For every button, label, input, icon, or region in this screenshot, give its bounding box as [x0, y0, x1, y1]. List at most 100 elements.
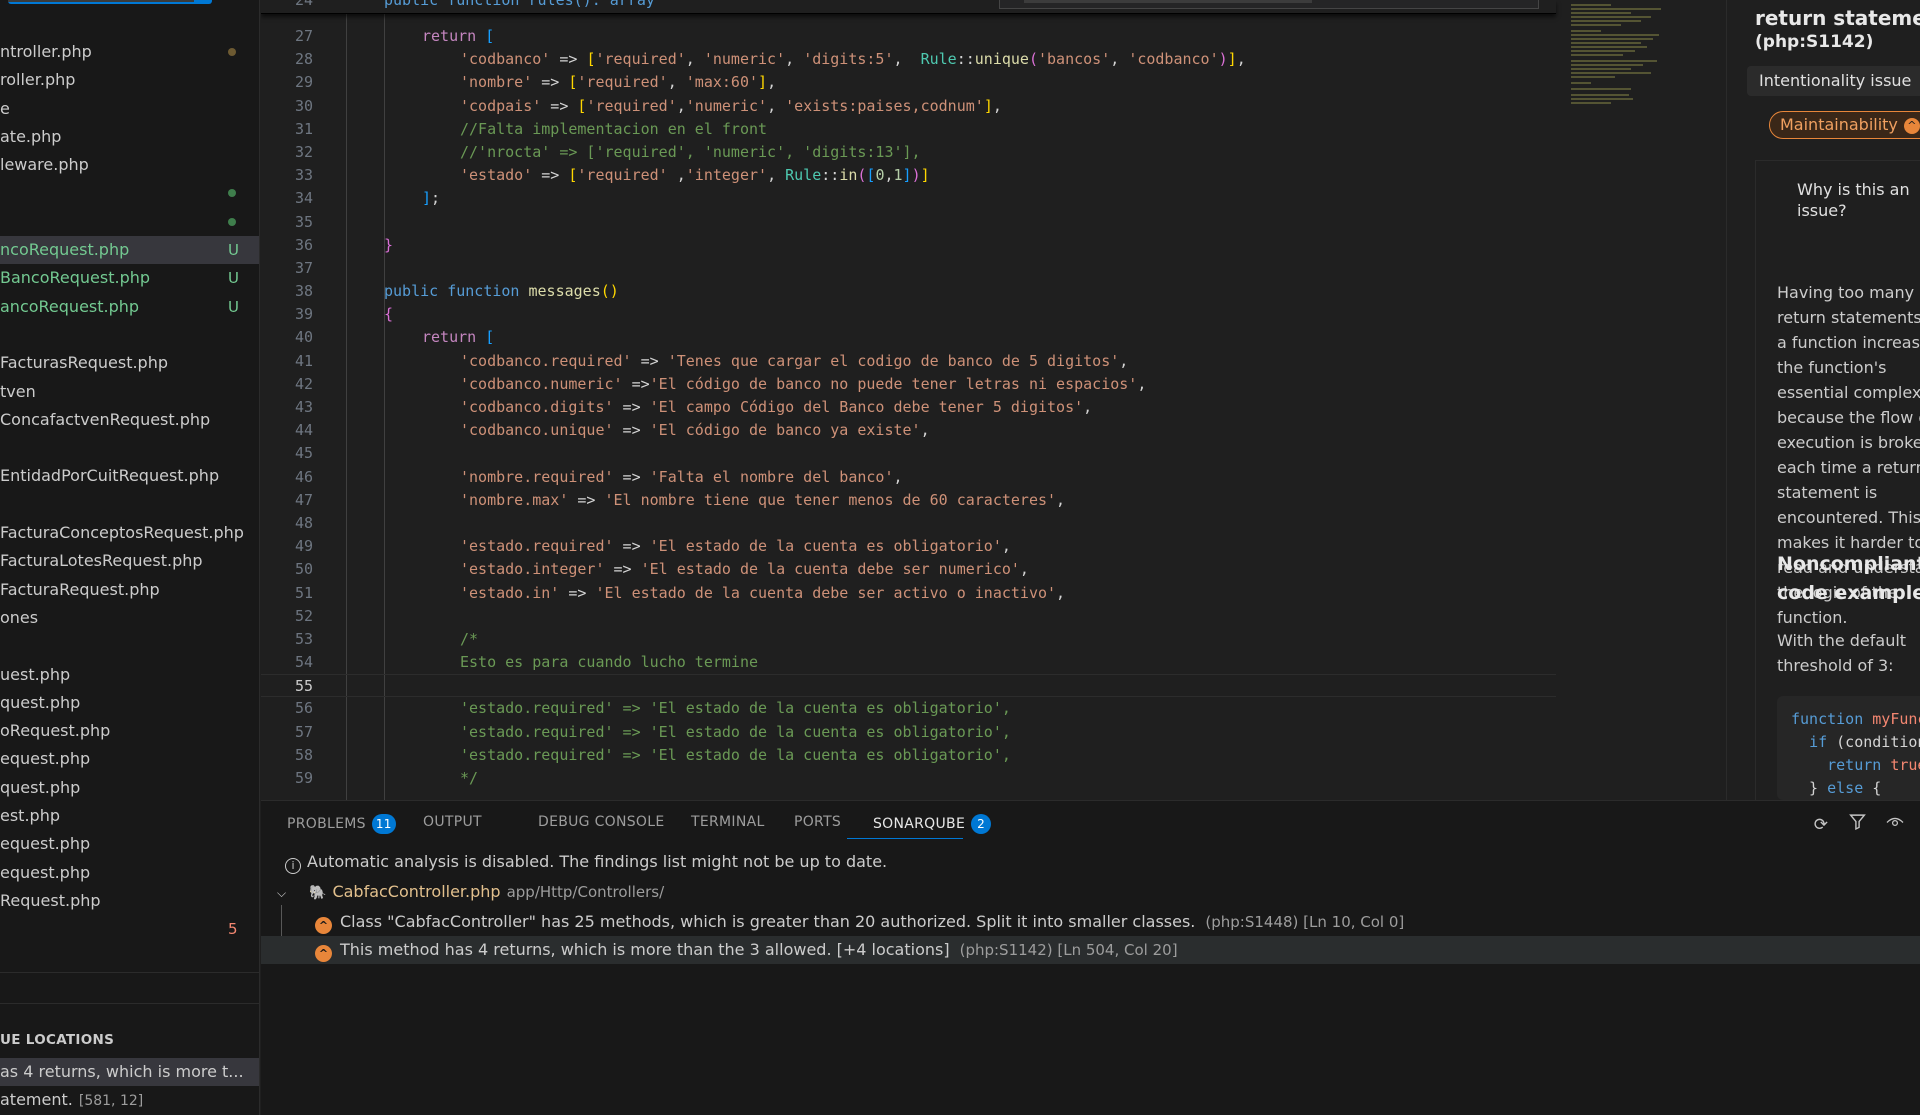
- code-line[interactable]: 53 /*: [261, 628, 1556, 651]
- file-item[interactable]: [0, 321, 259, 349]
- code-line[interactable]: 35: [261, 211, 1556, 234]
- code-line[interactable]: 47 'nombre.max' => 'El nombre tiene que t…: [261, 489, 1556, 512]
- find-widget[interactable]: [999, 0, 1539, 9]
- file-tree: ntroller.php roller.php e ate.php leware.php…: [0, 38, 259, 944]
- code-line[interactable]: 52: [261, 605, 1556, 628]
- code-line[interactable]: 56 'estado.required' => 'El estado de la …: [261, 697, 1556, 720]
- file-item[interactable]: tven: [0, 378, 259, 406]
- file-item[interactable]: equest.php: [0, 859, 259, 887]
- code-line[interactable]: 37: [261, 257, 1556, 280]
- file-item[interactable]: oRequest.php: [0, 717, 259, 745]
- code-line[interactable]: 58 'estado.required' => 'El estado de la …: [261, 744, 1556, 767]
- code-token: ,: [685, 50, 704, 69]
- code-line[interactable]: 51 'estado.in' => 'El estado de la cuenta…: [261, 582, 1556, 605]
- code-line[interactable]: 39 {: [261, 303, 1556, 326]
- code-line[interactable]: 29 'nombre' => ['required', 'max:60'],: [261, 71, 1556, 94]
- file-item[interactable]: e: [0, 95, 259, 123]
- code-line[interactable]: 41 'codbanco.required' => 'Tenes que carg…: [261, 350, 1556, 373]
- file-item[interactable]: FacturasRequest.php: [0, 349, 259, 377]
- file-item[interactable]: leware.php: [0, 151, 259, 179]
- php-elephant-icon: 🐘: [309, 885, 327, 901]
- code-line[interactable]: 36}: [261, 234, 1556, 257]
- tab-problems[interactable]: PROBLEMS 11: [287, 814, 396, 834]
- code-line[interactable]: 34];: [261, 187, 1556, 210]
- tab-output[interactable]: OUTPUT: [423, 814, 482, 830]
- tab-sonarqube[interactable]: SONARQUBE 2: [873, 814, 992, 834]
- file-item[interactable]: est.php: [0, 802, 259, 830]
- file-item[interactable]: roller.php: [0, 66, 259, 94]
- tab-debug-console[interactable]: DEBUG CONSOLE: [538, 814, 665, 830]
- file-item[interactable]: FacturaConceptosRequest.php: [0, 519, 259, 547]
- code-line[interactable]: 40 return [: [261, 326, 1556, 349]
- code-token: 'El estado de la cuenta es obligatorio': [649, 537, 1002, 556]
- file-item[interactable]: equest.php: [0, 745, 259, 773]
- tab-terminal[interactable]: TERMINAL: [691, 814, 765, 830]
- code-line[interactable]: 42 'codbanco.numeric' =>'El código de ban…: [261, 373, 1556, 396]
- file-item[interactable]: ncoRequest.php U: [0, 236, 259, 265]
- line-number: 57: [294, 722, 313, 741]
- issue-location-item[interactable]: atement. [581, 12]: [0, 1086, 259, 1114]
- file-item[interactable]: ate.php: [0, 123, 259, 151]
- chevron-down-icon[interactable]: ⌵: [277, 882, 293, 904]
- code-line[interactable]: 44 'codbanco.unique' => 'El código de ban…: [261, 419, 1556, 442]
- file-item[interactable]: quest.php: [0, 774, 259, 802]
- code-line[interactable]: 43 'codbanco.digits' => 'El campo Código …: [261, 396, 1556, 419]
- code-token: Esto es para cuando lucho termine: [460, 653, 759, 672]
- minimap[interactable]: [1563, 0, 1683, 140]
- issue-location-item[interactable]: as 4 returns, which is more t...: [0, 1058, 259, 1086]
- code-token: return: [422, 328, 486, 347]
- file-item[interactable]: [0, 208, 259, 236]
- file-item[interactable]: FacturaLotesRequest.php: [0, 547, 259, 575]
- divider: [0, 1003, 259, 1004]
- finding-row[interactable]: ^ Class "CabfacController" has 25 methods…: [261, 908, 1920, 936]
- code-line[interactable]: 28 'codbanco' => ['required', 'numeric', …: [261, 48, 1556, 71]
- tab-ports[interactable]: PORTS: [794, 814, 841, 830]
- line-number: 44: [294, 421, 313, 440]
- tab-why-issue[interactable]: Why is this an issue?: [1797, 179, 1917, 221]
- code-line[interactable]: 27 return [: [261, 25, 1556, 48]
- code-line[interactable]: 59 */: [261, 767, 1556, 790]
- code-line[interactable]: 57 'estado.required' => 'El estado de la …: [261, 721, 1556, 744]
- code-lines[interactable]: 27 return [28'codbanco' => ['required', '…: [261, 25, 1556, 790]
- code-text: 'estado.required' => 'El estado de la cu…: [460, 721, 1011, 744]
- code-editor[interactable]: 24 public function rules(): array 27 retu…: [261, 0, 1708, 800]
- code-line[interactable]: 45: [261, 442, 1556, 465]
- file-item[interactable]: [0, 434, 259, 462]
- findings-file-node[interactable]: ⌵ 🐘 CabfacController.php app/Http/Controlle…: [277, 881, 664, 903]
- finding-row-selected[interactable]: ^ This method has 4 returns, which is mor…: [261, 936, 1920, 964]
- file-item[interactable]: [0, 632, 259, 660]
- file-item[interactable]: BancoRequest.php U: [0, 264, 259, 292]
- filter-icon[interactable]: [1847, 813, 1869, 835]
- file-item[interactable]: 5: [0, 915, 259, 943]
- file-item[interactable]: equest.php: [0, 830, 259, 858]
- code-line[interactable]: 32 //'nrocta' => ['required', 'numeric', …: [261, 141, 1556, 164]
- file-item[interactable]: quest.php: [0, 689, 259, 717]
- code-line[interactable]: 38 public function messages(): [261, 280, 1556, 303]
- file-item[interactable]: FacturaRequest.php: [0, 576, 259, 604]
- file-item[interactable]: EntidadPorCuitRequest.php: [0, 462, 259, 490]
- file-item[interactable]: ntroller.php: [0, 38, 259, 66]
- file-item[interactable]: ancoRequest.php U: [0, 293, 259, 321]
- code-line[interactable]: 31 //Falta implementacion en el front: [261, 118, 1556, 141]
- code-line[interactable]: 30 'codpais' => ['required','numeric', 'e…: [261, 95, 1556, 118]
- code-line[interactable]: 49 'estado.required' => 'El estado de la …: [261, 535, 1556, 558]
- refresh-icon[interactable]: ⟳: [1810, 814, 1832, 836]
- file-item[interactable]: Request.php: [0, 887, 259, 915]
- code-line[interactable]: 54 Esto es para cuando lucho termine: [261, 651, 1556, 674]
- file-item[interactable]: uest.php: [0, 661, 259, 689]
- code-line[interactable]: 33 'estado' => ['required' ,'integer', Ru…: [261, 164, 1556, 187]
- code-line[interactable]: 46 'nombre.required' => 'Falta el nombre …: [261, 466, 1556, 489]
- code-line[interactable]: 50 'estado.integer' => 'El estado de la c…: [261, 558, 1556, 581]
- file-item[interactable]: [0, 491, 259, 519]
- code-token: 'codbanco.unique': [460, 421, 614, 440]
- file-item[interactable]: [0, 179, 259, 207]
- severity-medium-icon: ^: [315, 945, 332, 962]
- code-token: 'numeric': [685, 96, 768, 115]
- eye-icon[interactable]: [1884, 813, 1906, 835]
- file-item[interactable]: ConcafactvenRequest.php: [0, 406, 259, 434]
- code-line[interactable]: 55: [261, 674, 1556, 698]
- file-item[interactable]: ones: [0, 604, 259, 632]
- code-line[interactable]: 48: [261, 512, 1556, 535]
- software-quality-chip: Maintainability ^: [1769, 111, 1920, 139]
